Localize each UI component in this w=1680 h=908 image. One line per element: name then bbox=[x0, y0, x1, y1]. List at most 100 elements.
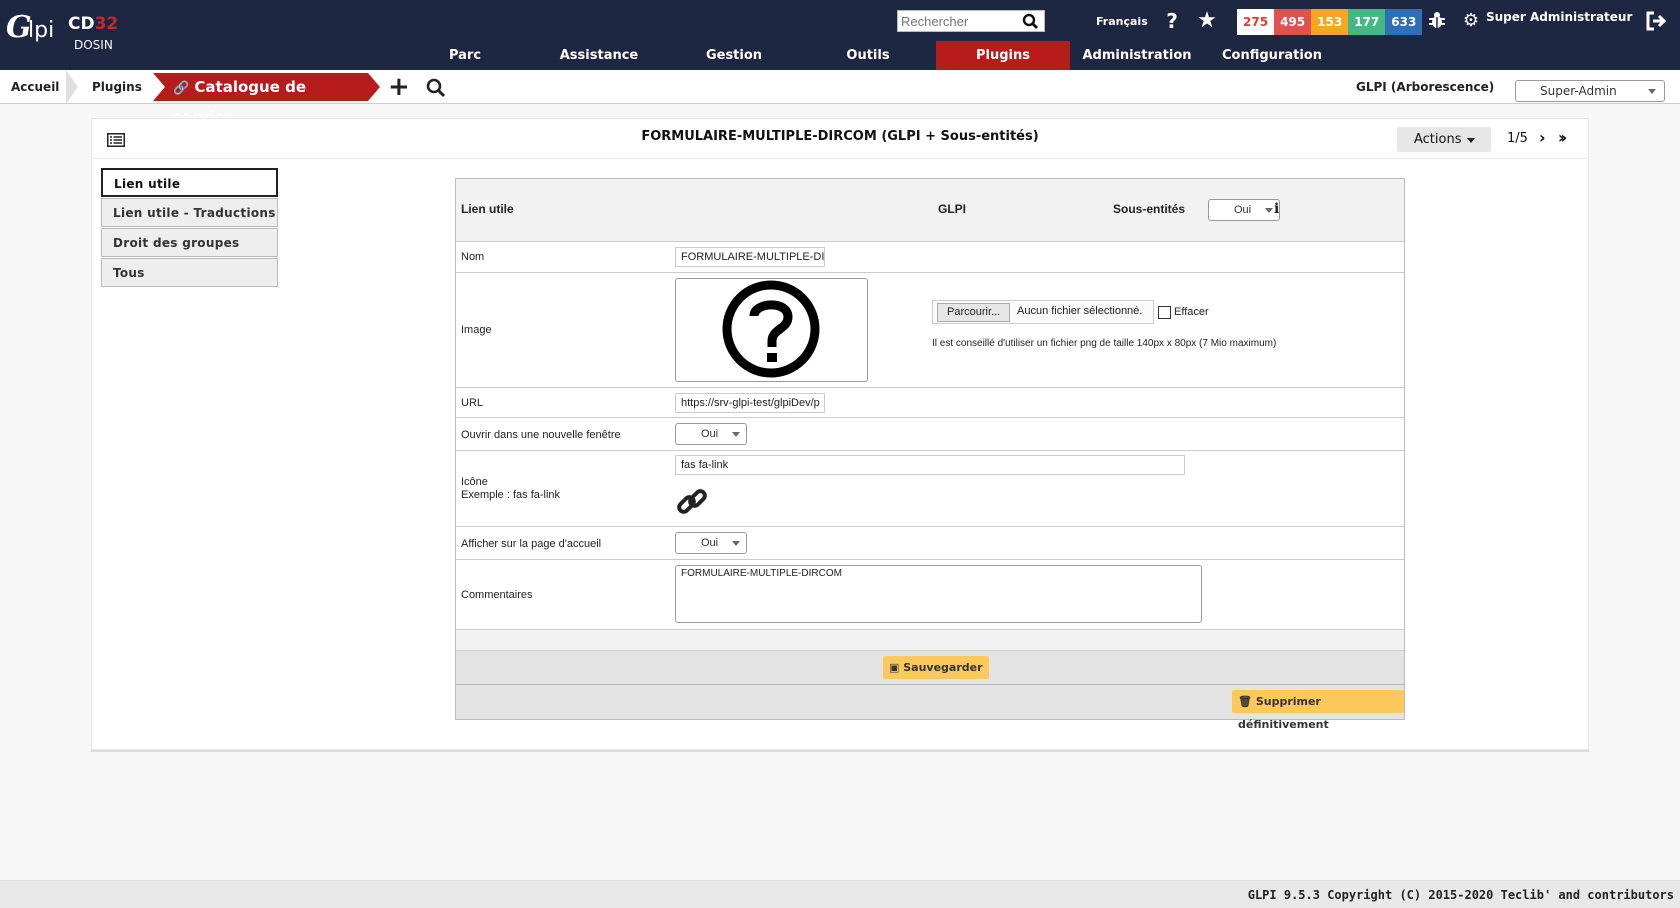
name-label: Nom bbox=[461, 251, 485, 263]
actions-button[interactable]: Actions bbox=[1397, 127, 1491, 152]
delete-button[interactable]: 🗑 Supprimer définitivement bbox=[1232, 690, 1404, 731]
user-menu[interactable]: Super Administrateur bbox=[1486, 10, 1632, 24]
tab-3[interactable]: Droit des groupes bbox=[101, 228, 278, 257]
item-header: FORMULAIRE-MULTIPLE-DIRCOM (GLPI + Sous-… bbox=[92, 119, 1588, 159]
homepage-value: Oui bbox=[701, 537, 719, 549]
info-icon[interactable]: i bbox=[1274, 201, 1279, 217]
image-row: Image Parcourir... Aucun fichier sélecti… bbox=[456, 273, 1404, 388]
ticket-counter[interactable]: 633 bbox=[1385, 9, 1423, 35]
main-menu: Parc Assistance Gestion Outils Plugins Admini… bbox=[0, 41, 1680, 70]
url-field[interactable]: https://srv-glpi-test/glpiDev/p bbox=[675, 393, 825, 413]
search-icon[interactable] bbox=[425, 77, 447, 99]
footer: GLPI 9.5.3 Copyright (C) 2015-2020 Tecli… bbox=[0, 880, 1680, 908]
menu-item-gestion[interactable]: Gestion bbox=[667, 41, 801, 70]
url-row: URL https://srv-glpi-test/glpiDev/p bbox=[456, 388, 1404, 418]
url-label: URL bbox=[461, 397, 484, 409]
form-entity: GLPI bbox=[938, 202, 967, 216]
ticket-counter[interactable]: 275 bbox=[1237, 9, 1275, 35]
file-input[interactable]: Parcourir... Aucun fichier sélectionné. bbox=[932, 300, 1154, 324]
save-icon: ▣ bbox=[889, 661, 900, 674]
menu-item-parc[interactable]: Parc bbox=[398, 41, 532, 70]
comments-label: Commentaires bbox=[461, 589, 533, 601]
item-title: FORMULAIRE-MULTIPLE-DIRCOM (GLPI + Sous-… bbox=[641, 129, 1039, 144]
menu-item-configuration[interactable]: Configuration bbox=[1205, 41, 1339, 70]
chevron-down-icon bbox=[1648, 89, 1656, 94]
item-pager: 1/5 bbox=[1507, 131, 1528, 146]
image-hint: Il est conseillé d'utiliser un fichier p… bbox=[932, 338, 1277, 349]
new-window-row: Ouvrir dans une nouvelle fenêtre Oui bbox=[456, 418, 1404, 451]
actions-label: Actions bbox=[1414, 132, 1462, 147]
recursive-select-value: Oui bbox=[1234, 204, 1252, 216]
image-preview bbox=[675, 278, 868, 382]
homepage-label: Afficher sur la page d'accueil bbox=[461, 538, 602, 550]
breadcrumb-home[interactable]: Accueil bbox=[11, 70, 59, 104]
browse-button[interactable]: Parcourir... bbox=[937, 303, 1011, 322]
tab-1[interactable]: Lien utile bbox=[101, 168, 278, 197]
search-icon[interactable] bbox=[1020, 12, 1042, 30]
recursive-label: Sous-entités bbox=[1113, 202, 1186, 216]
homepage-select[interactable]: Oui bbox=[675, 532, 747, 554]
logout-icon[interactable] bbox=[1644, 9, 1668, 33]
new-window-label: Ouvrir dans une nouvelle fenêtre bbox=[461, 429, 621, 441]
delete-row: 🗑 Supprimer définitivement bbox=[456, 685, 1404, 731]
menu-item-assistance[interactable]: Assistance bbox=[532, 41, 666, 70]
language-selector[interactable]: Français bbox=[1096, 15, 1148, 28]
breadcrumb-plugins[interactable]: Plugins bbox=[92, 70, 142, 104]
file-status: Aucun fichier sélectionné. bbox=[1017, 305, 1143, 317]
new-window-value: Oui bbox=[701, 428, 719, 440]
erase-checkbox[interactable] bbox=[1158, 306, 1171, 319]
menu-item-outils[interactable]: Outils bbox=[801, 41, 935, 70]
name-row: Nom FORMULAIRE-MULTIPLE-DIRCOM bbox=[456, 242, 1404, 273]
organization-badge: CD32 DOSIN bbox=[68, 14, 119, 52]
comments-field[interactable]: FORMULAIRE-MULTIPLE-DIRCOM bbox=[675, 565, 1202, 623]
breadcrumb-separator bbox=[66, 70, 78, 104]
menu-item-administration[interactable]: Administration bbox=[1070, 41, 1204, 70]
menu-item-plugins[interactable]: Plugins bbox=[936, 41, 1070, 70]
name-field[interactable]: FORMULAIRE-MULTIPLE-DIRCOM bbox=[675, 247, 825, 267]
chevron-down-icon bbox=[732, 541, 740, 546]
erase-label: Effacer bbox=[1174, 306, 1209, 318]
save-label: Sauvegarder bbox=[903, 661, 983, 674]
icon-field[interactable]: fas fa-link bbox=[675, 455, 1185, 475]
tab-2[interactable]: Lien utile - Traductions bbox=[101, 198, 278, 227]
comments-row: Commentaires FORMULAIRE-MULTIPLE-DIRCOM bbox=[456, 560, 1404, 630]
ticket-counters: 275 495 153 177 633 bbox=[1237, 9, 1423, 35]
recursive-select[interactable]: Oui bbox=[1208, 199, 1280, 221]
org-code: CD bbox=[68, 14, 95, 34]
ticket-counter[interactable]: 153 bbox=[1311, 9, 1349, 35]
add-icon[interactable]: + bbox=[388, 74, 410, 100]
gear-icon[interactable]: ⚙ bbox=[1459, 9, 1483, 33]
link-form: Lien utile GLPI Sous-entités Oui i Nom F… bbox=[455, 178, 1405, 731]
tab-4[interactable]: Tous bbox=[101, 258, 278, 287]
last-icon[interactable]: ›› bbox=[1558, 130, 1567, 146]
global-search bbox=[897, 10, 1045, 32]
item-panel: FORMULAIRE-MULTIPLE-DIRCOM (GLPI + Sous-… bbox=[91, 118, 1589, 750]
tab-list: Lien utile Lien utile - Traductions Droit … bbox=[101, 168, 278, 288]
icon-label: Icône bbox=[461, 476, 488, 488]
ticket-counter[interactable]: 177 bbox=[1348, 9, 1386, 35]
icon-example: Exemple : fas fa-link bbox=[461, 489, 561, 501]
form-header-row: Lien utile GLPI Sous-entités Oui i bbox=[456, 179, 1404, 242]
ticket-counter[interactable]: 495 bbox=[1274, 9, 1312, 35]
form-spacer-row bbox=[456, 630, 1404, 651]
chevron-down-icon bbox=[1265, 208, 1273, 213]
new-window-select[interactable]: Oui bbox=[675, 423, 747, 445]
profile-select[interactable]: Super-Admin bbox=[1515, 80, 1665, 102]
breadcrumb-current[interactable]: 🔗 Catalogue de service bbox=[153, 73, 380, 126]
star-icon[interactable]: ★ bbox=[1195, 9, 1219, 33]
chevron-down-icon bbox=[732, 432, 740, 437]
next-icon[interactable]: › bbox=[1539, 130, 1546, 146]
icon-row: Icône Exemple : fas fa-link fas fa-link bbox=[456, 451, 1404, 527]
active-entity[interactable]: GLPI (Arborescence) bbox=[1356, 70, 1494, 104]
bug-icon[interactable] bbox=[1425, 8, 1449, 32]
search-input[interactable] bbox=[898, 11, 1016, 31]
help-icon[interactable]: ? bbox=[1160, 9, 1184, 33]
caret-down-icon bbox=[1467, 138, 1475, 143]
profile-select-value: Super-Admin bbox=[1540, 84, 1617, 98]
top-header: Glpi CD32 DOSIN Français ? ★ 27549515317… bbox=[0, 0, 1680, 70]
save-button[interactable]: ▣ Sauvegarder bbox=[883, 656, 989, 679]
save-row: ▣ Sauvegarder bbox=[456, 651, 1404, 685]
link-icon: 🔗 bbox=[173, 81, 190, 96]
org-num: 32 bbox=[94, 14, 119, 34]
image-label: Image bbox=[461, 324, 492, 336]
